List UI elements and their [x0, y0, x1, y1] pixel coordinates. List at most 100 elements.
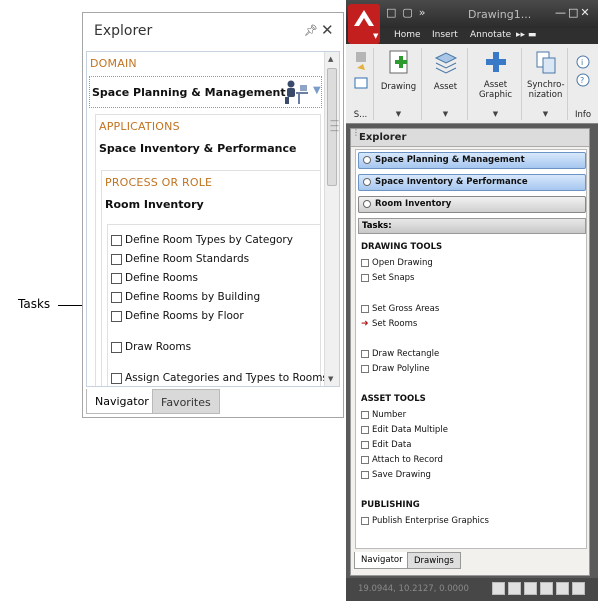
task-item-current[interactable]: ➜ Set Rooms	[361, 318, 417, 330]
task-item[interactable]: Number	[361, 409, 406, 421]
tab-navigator[interactable]: Navigator	[86, 389, 158, 414]
quick-access-icons[interactable]: □▢»	[386, 6, 432, 19]
synchronization-button[interactable]: Synchro-nization ▼	[524, 48, 568, 120]
task-item[interactable]: Set Snaps	[361, 272, 414, 284]
domain-selector[interactable]: Space Planning & Management	[89, 76, 322, 108]
synchronization-icon	[536, 51, 555, 74]
checkbox[interactable]	[361, 259, 369, 267]
model-space-icon[interactable]	[492, 582, 505, 595]
collapse-icon	[363, 178, 371, 186]
annotation-scale-icon[interactable]	[540, 582, 553, 595]
dropdown-arrow-icon[interactable]: ▼	[470, 110, 521, 118]
ribbon: S... Drawing ▼ Asset ▼ Asset Graphic ▼ S…	[346, 44, 598, 124]
svg-text:?: ?	[580, 76, 584, 85]
breadcrumb-process[interactable]: Room Inventory	[358, 196, 586, 213]
domain-dropdown-arrow-icon[interactable]: ▼	[313, 85, 321, 96]
ribbon-panel-info[interactable]: i ? Info	[570, 48, 596, 120]
group-asset-tools: ASSET TOOLS	[361, 394, 426, 404]
dropdown-arrow-icon[interactable]: ▼	[376, 110, 421, 118]
info-help-icons: i ?	[576, 55, 590, 87]
task-item[interactable]: Define Room Types by Category	[111, 232, 293, 248]
task-item[interactable]: Draw Rectangle	[361, 348, 439, 360]
person-at-desk-icon	[285, 80, 308, 104]
checkbox[interactable]	[361, 274, 369, 282]
tasks-callout-label: Tasks	[18, 297, 51, 311]
task-item[interactable]: Edit Data	[361, 439, 411, 451]
asset-button[interactable]: Asset ▼	[424, 48, 468, 120]
explorer-docked-title: Explorer	[359, 132, 407, 143]
checkbox[interactable]	[111, 310, 122, 322]
checkbox[interactable]	[111, 291, 122, 303]
window-controls[interactable]: —□✕	[555, 6, 592, 19]
checkbox[interactable]	[111, 341, 122, 353]
dropdown-arrow-icon[interactable]: ▼	[424, 110, 467, 118]
title-bar: □▢» Drawing1... —□✕	[346, 0, 598, 28]
collapse-icon	[363, 200, 371, 208]
checkbox[interactable]	[361, 471, 369, 479]
scrollbar-thumb[interactable]: — — —	[327, 68, 339, 186]
task-item[interactable]: Define Rooms	[111, 270, 198, 286]
vertical-scrollbar[interactable]: ▲ — — — ▼	[324, 52, 339, 386]
task-item[interactable]: Set Gross Areas	[361, 303, 439, 315]
tab-annotate[interactable]: Annotate	[470, 30, 511, 40]
scroll-down-icon[interactable]: ▼	[328, 375, 333, 383]
more-tabs-icon[interactable]: ▸▸ ▬	[516, 30, 536, 40]
explorer-header: Explorer 📌︎ ✕	[83, 13, 343, 51]
workspace-icon[interactable]	[556, 582, 569, 595]
drawing-button[interactable]: Drawing ▼	[376, 48, 422, 120]
explorer-panel-docked: ⋮ Explorer Space Planning & Management S…	[350, 128, 590, 576]
task-item[interactable]: Open Drawing	[361, 257, 433, 269]
checkbox[interactable]	[361, 441, 369, 449]
checkbox[interactable]	[361, 456, 369, 464]
grip-icon: — — —	[330, 116, 339, 136]
checkbox[interactable]	[361, 426, 369, 434]
checkbox[interactable]	[111, 234, 122, 246]
close-icon[interactable]: ✕	[321, 21, 334, 39]
coordinates-readout: 19.0944, 10.2127, 0.0000	[358, 584, 469, 594]
tab-home[interactable]: Home	[394, 30, 421, 40]
grid-icon[interactable]	[508, 582, 521, 595]
tab-favorites[interactable]: Favorites	[152, 389, 220, 414]
status-toggles	[492, 582, 585, 595]
tab-navigator[interactable]: Navigator	[354, 552, 410, 569]
checkbox[interactable]	[361, 517, 369, 525]
task-item[interactable]: Assign Categories and Types to Rooms	[111, 370, 328, 386]
current-task-arrow-icon: ➜	[361, 319, 369, 329]
checkbox[interactable]	[111, 372, 122, 384]
pin-icon[interactable]: 📌︎	[304, 24, 318, 37]
breadcrumb-application[interactable]: Space Inventory & Performance	[358, 174, 586, 191]
process-value[interactable]: Room Inventory	[105, 198, 204, 211]
task-item[interactable]: Publish Enterprise Graphics	[361, 515, 489, 527]
checkbox[interactable]	[361, 365, 369, 373]
task-item[interactable]: Define Rooms by Floor	[111, 308, 244, 324]
layout-icon[interactable]	[524, 582, 537, 595]
ribbon-tabs: Home Insert Annotate ▸▸ ▬	[346, 28, 598, 44]
explorer-docked-header: ⋮ Explorer	[351, 129, 589, 147]
tab-insert[interactable]: Insert	[432, 30, 458, 40]
checkbox[interactable]	[111, 253, 122, 265]
scroll-up-icon[interactable]: ▲	[328, 55, 333, 63]
task-item[interactable]: Attach to Record	[361, 454, 443, 466]
task-item[interactable]: Define Rooms by Building	[111, 289, 260, 305]
application-logo-icon[interactable]: ▼	[348, 4, 380, 44]
checkbox[interactable]	[361, 350, 369, 358]
checkbox[interactable]	[361, 305, 369, 313]
group-publishing: PUBLISHING	[361, 500, 420, 510]
fullscreen-icon[interactable]	[572, 582, 585, 595]
task-item[interactable]: Define Room Standards	[111, 251, 249, 267]
task-item[interactable]: Edit Data Multiple	[361, 424, 448, 436]
asset-graphic-button[interactable]: Asset Graphic ▼	[470, 48, 522, 120]
applications-value[interactable]: Space Inventory & Performance	[99, 142, 297, 155]
dropdown-arrow-icon[interactable]: ▼	[524, 110, 567, 118]
checkbox[interactable]	[111, 272, 122, 284]
checkbox[interactable]	[361, 411, 369, 419]
tab-drawings[interactable]: Drawings	[407, 552, 461, 569]
panel-s-label: S...	[353, 110, 368, 120]
side-tools-icon	[354, 52, 367, 89]
ribbon-panel-s[interactable]: S...	[348, 48, 374, 120]
task-item[interactable]: Draw Polyline	[361, 363, 430, 375]
breadcrumb-domain[interactable]: Space Planning & Management	[358, 152, 586, 169]
explorer-panel-large: Explorer 📌︎ ✕ DOMAIN Space Planning & Ma…	[82, 12, 344, 418]
task-item[interactable]: Draw Rooms	[111, 339, 191, 355]
task-item[interactable]: Save Drawing	[361, 469, 431, 481]
